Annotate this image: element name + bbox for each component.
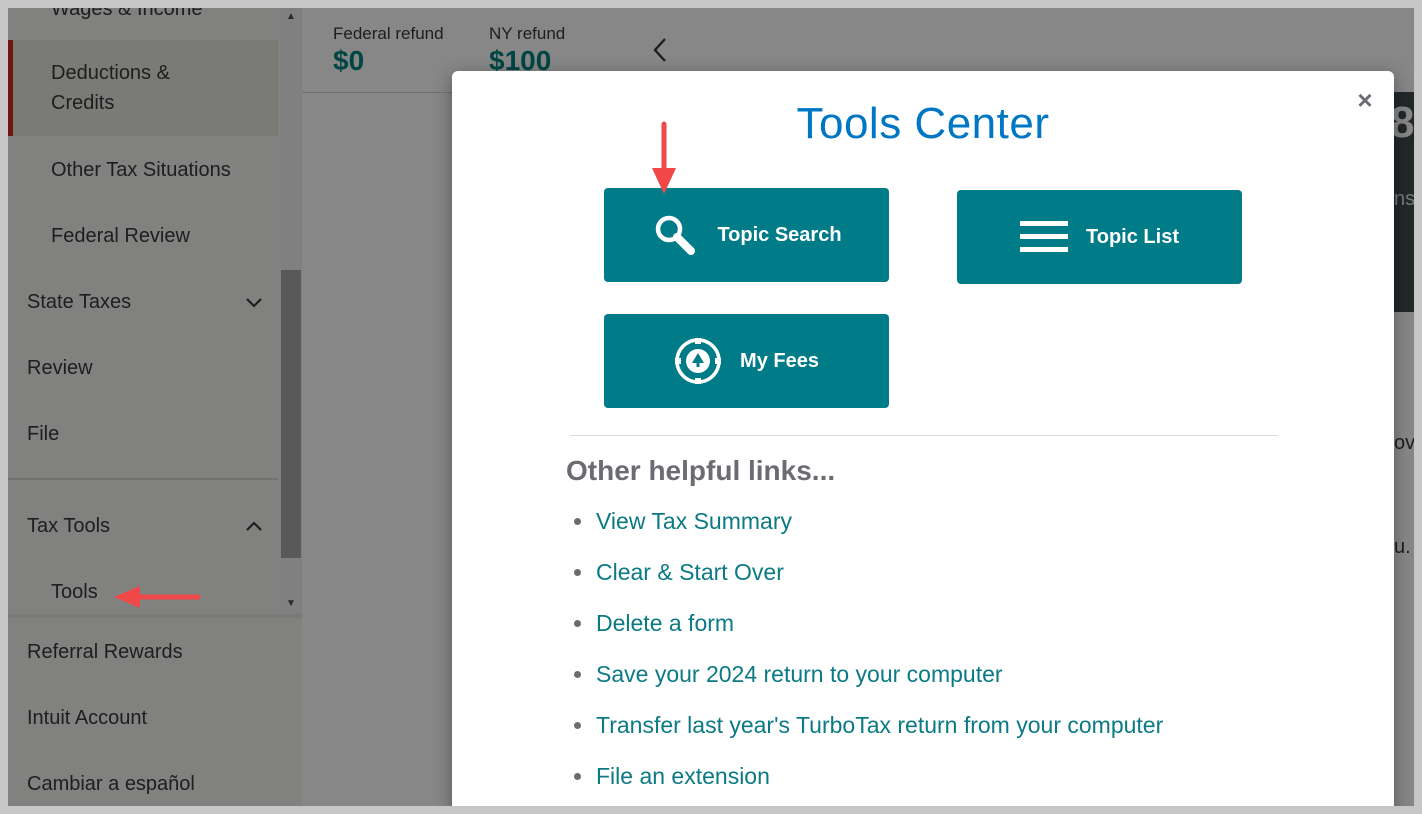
list-item: Save your 2024 return to your computer [574, 656, 1163, 707]
bullet-icon [574, 722, 581, 729]
my-fees-label: My Fees [740, 349, 819, 372]
bullet-icon [574, 518, 581, 525]
menu-list-icon [1020, 213, 1069, 261]
search-icon [651, 211, 699, 259]
helpful-links-heading: Other helpful links... [566, 455, 836, 486]
topic-search-label: Topic Search [717, 223, 842, 246]
annotation-arrow-left-icon [114, 586, 201, 608]
view-tax-summary-link[interactable]: View Tax Summary [596, 508, 792, 534]
coin-fee-icon [674, 337, 722, 385]
transfer-return-link[interactable]: Transfer last year's TurboTax return fro… [596, 712, 1163, 738]
list-item: Transfer last year's TurboTax return fro… [574, 707, 1163, 758]
bullet-icon [574, 773, 581, 780]
helpful-links-list: View Tax Summary Clear & Start Over Dele… [574, 503, 1163, 806]
modal-divider [570, 435, 1278, 436]
file-extension-link[interactable]: File an extension [596, 763, 770, 789]
list-item: Delete a form [574, 605, 1163, 656]
bullet-icon [574, 620, 581, 627]
list-item: Clear & Start Over [574, 554, 1163, 605]
bullet-icon [574, 569, 581, 576]
topic-list-label: Topic List [1086, 225, 1179, 248]
app-frame: Wages & Income Deductions & Credits Othe… [8, 8, 1414, 806]
my-fees-button[interactable]: My Fees [604, 314, 889, 408]
save-return-link[interactable]: Save your 2024 return to your computer [596, 661, 1003, 687]
delete-form-link[interactable]: Delete a form [596, 610, 734, 636]
clear-start-over-link[interactable]: Clear & Start Over [596, 559, 784, 585]
topic-search-button[interactable]: Topic Search [604, 188, 889, 282]
annotation-arrow-down-icon [652, 121, 676, 194]
tools-center-modal: × Tools Center Topic Search Topic List M… [452, 71, 1394, 806]
topic-list-button[interactable]: Topic List [957, 190, 1242, 284]
list-item: View Tax Summary [574, 503, 1163, 554]
bullet-icon [574, 671, 581, 678]
list-item: File an extension [574, 758, 1163, 806]
modal-title: Tools Center [796, 99, 1050, 148]
